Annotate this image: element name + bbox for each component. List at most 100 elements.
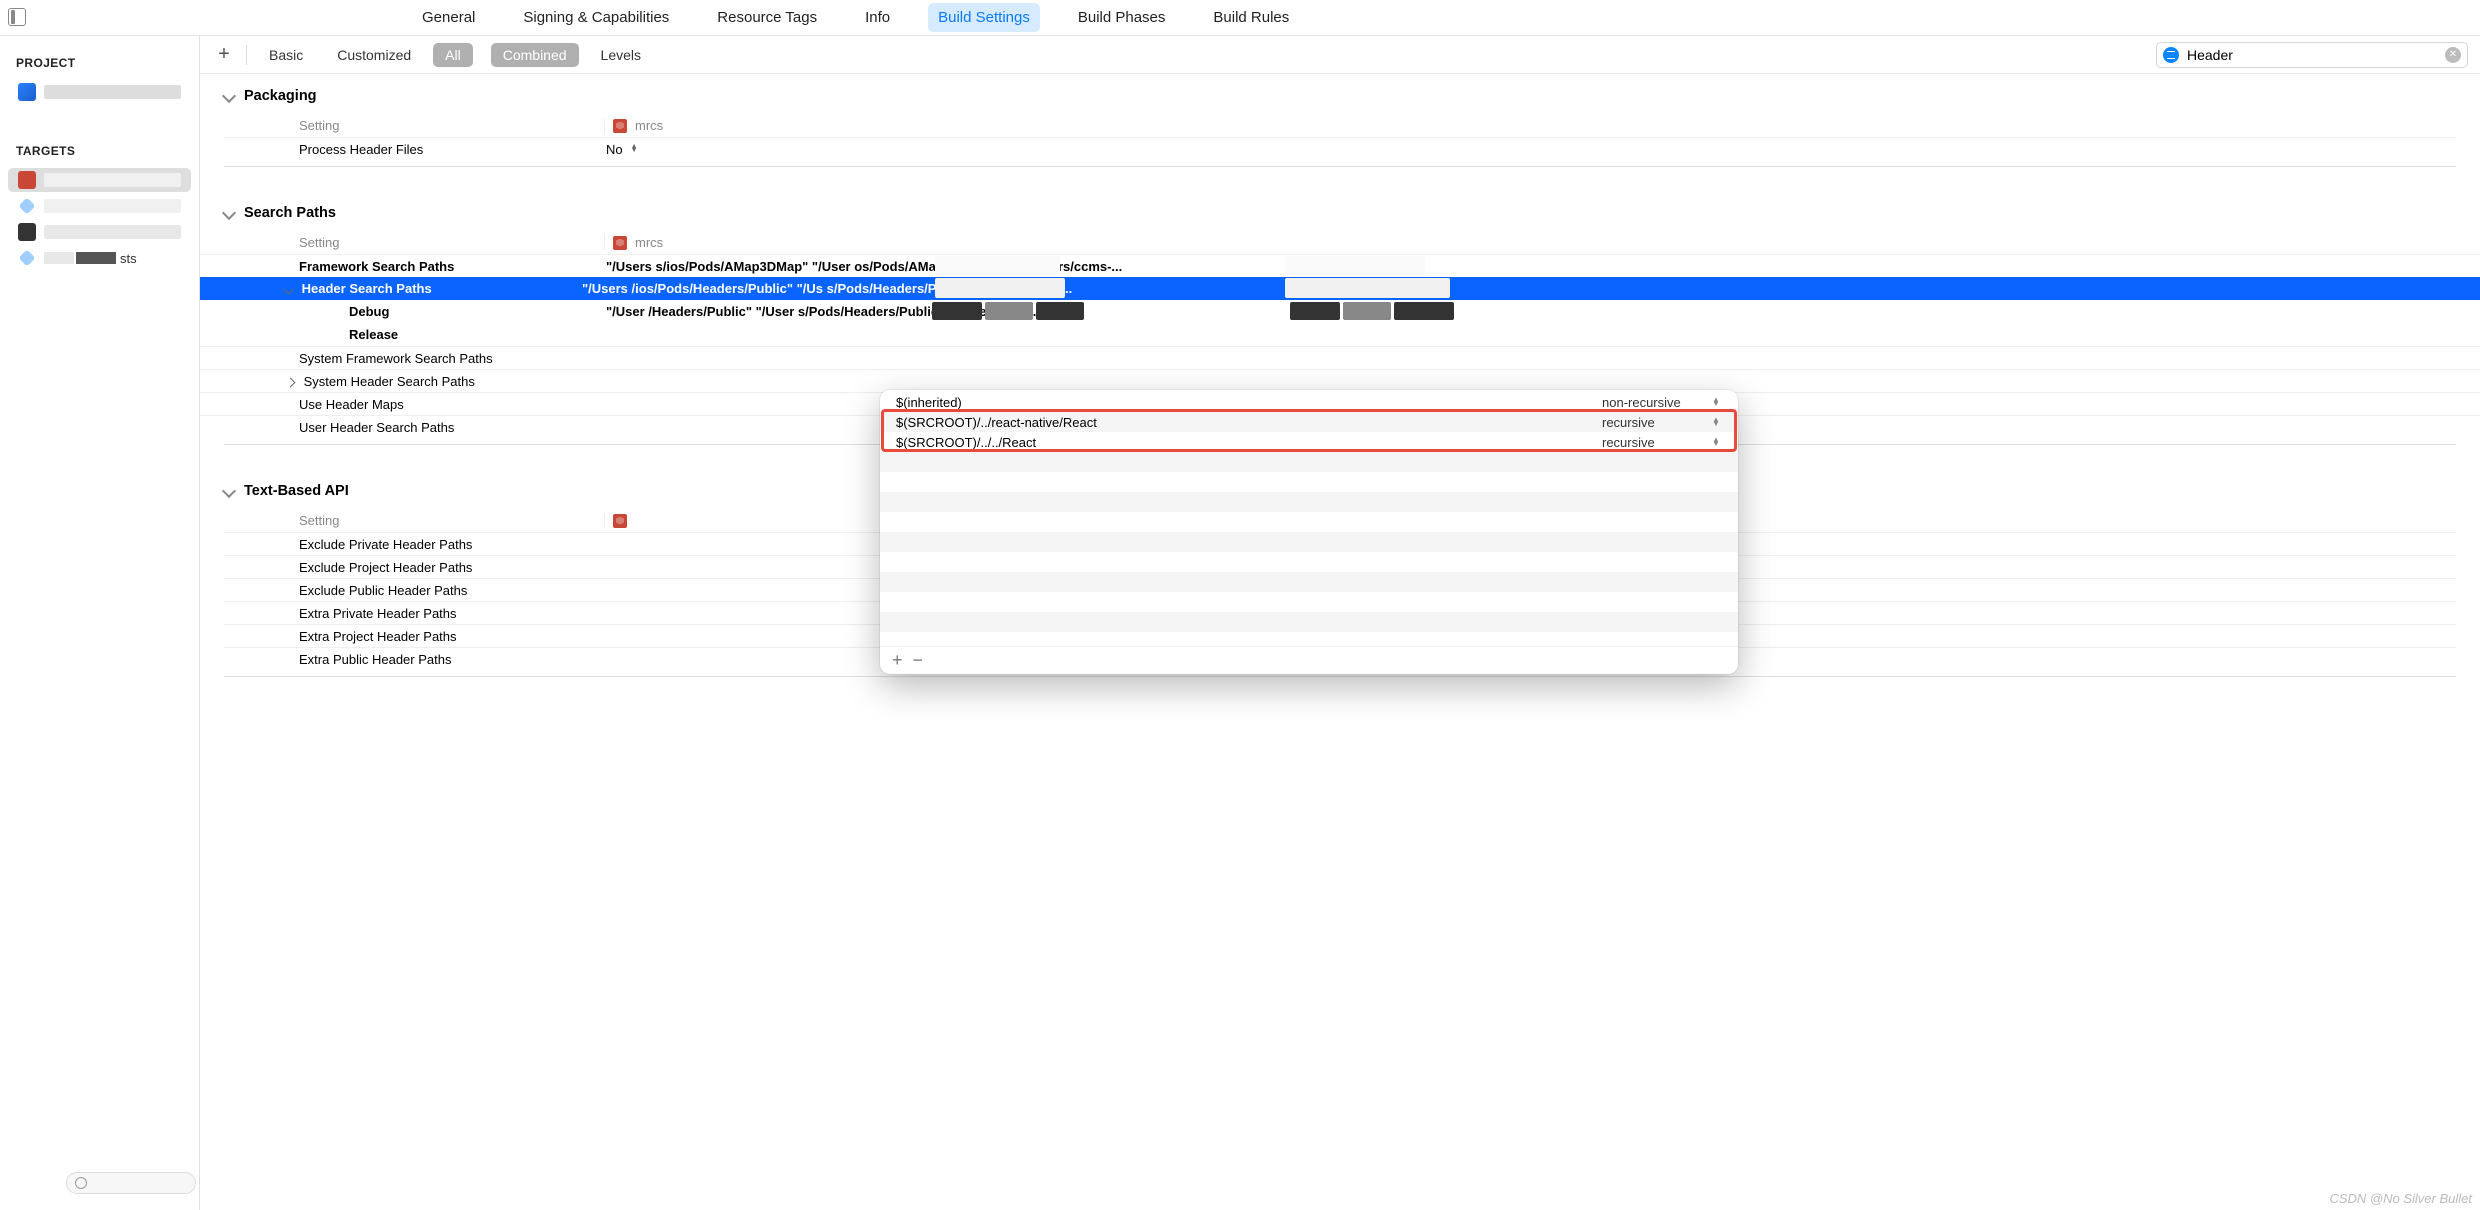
setting-name: Release	[224, 327, 604, 342]
section-title: Search Paths	[244, 205, 336, 221]
project-header: PROJECT	[16, 56, 183, 70]
tab-resource-tags[interactable]: Resource Tags	[707, 3, 827, 32]
target-shield-icon	[613, 514, 627, 528]
path-row-empty	[880, 612, 1738, 632]
tab-general[interactable]: General	[412, 3, 485, 32]
section-packaging[interactable]: Packaging	[224, 74, 2456, 114]
redacted-text	[44, 85, 181, 99]
project-item[interactable]	[8, 80, 191, 104]
redaction	[935, 256, 1060, 276]
dropdown-carets-icon: ▲▼	[1712, 438, 1722, 446]
project-app-icon	[18, 83, 36, 101]
sidebar: PROJECT TARGETS sts	[0, 36, 200, 1210]
search-filter-icon	[2163, 47, 2179, 63]
setting-row-sys-framework[interactable]: System Framework Search Paths	[200, 346, 2480, 369]
setting-value: "/Users /ios/Pods/Headers/Public" "/Us s…	[580, 281, 2456, 296]
setting-row-debug[interactable]: Debug "/User /Headers/Public" "/User s/P…	[200, 300, 2480, 323]
search-clear-icon[interactable]: ✕	[2445, 47, 2461, 63]
filter-toolbar: + Basic Customized All Combined Levels H…	[200, 36, 2480, 74]
target-item-1[interactable]	[8, 194, 191, 218]
setting-name: System Header Search Paths	[224, 374, 604, 389]
setting-name: Exclude Public Header Paths	[224, 583, 604, 598]
setting-name: Exclude Project Header Paths	[224, 560, 604, 575]
tab-build-settings[interactable]: Build Settings	[928, 3, 1040, 32]
target-name: mrcs	[635, 118, 663, 133]
tab-info[interactable]: Info	[855, 3, 900, 32]
add-path-button[interactable]: +	[892, 650, 903, 671]
setting-name: Use Header Maps	[224, 397, 604, 412]
path-row[interactable]: $(SRCROOT)/../../React recursive ▲▼	[880, 432, 1738, 452]
setting-name: Debug	[224, 304, 604, 319]
target-item-3[interactable]: sts	[8, 246, 191, 270]
top-tabs: General Signing & Capabilities Resource …	[412, 3, 1299, 32]
setting-column-header: Setting	[224, 235, 604, 250]
setting-name: Exclude Private Header Paths	[224, 537, 604, 552]
filter-basic[interactable]: Basic	[257, 43, 315, 67]
setting-name: Extra Project Header Paths	[224, 629, 604, 644]
setting-name: Process Header Files	[224, 142, 604, 157]
target-item-2[interactable]	[8, 220, 191, 244]
panel-toggle-icon[interactable]	[8, 8, 26, 26]
redacted-text	[44, 173, 181, 187]
path-value: $(SRCROOT)/../react-native/React	[896, 415, 1602, 430]
tab-build-phases[interactable]: Build Phases	[1068, 3, 1176, 32]
recursive-select[interactable]: non-recursive	[1602, 395, 1712, 410]
target-diamond-icon	[19, 198, 36, 215]
redaction	[935, 278, 1065, 298]
path-row-empty	[880, 452, 1738, 472]
sidebar-filter-input[interactable]	[66, 1172, 196, 1194]
section-title: Text-Based API	[244, 483, 349, 499]
add-setting-button[interactable]: +	[212, 43, 236, 67]
setting-value: "/Users s/ios/Pods/AMap3DMap" "/User os/…	[604, 259, 2456, 274]
setting-row-release[interactable]: Release	[200, 323, 2480, 346]
redaction	[932, 302, 982, 320]
setting-column-header: Setting	[224, 118, 604, 133]
filter-combined[interactable]: Combined	[491, 43, 579, 67]
section-title: Packaging	[244, 88, 317, 104]
path-value: $(SRCROOT)/../../React	[896, 435, 1602, 450]
redaction	[1285, 256, 1425, 276]
setting-row-header-search-paths[interactable]: Header Search Paths "/Users /ios/Pods/He…	[200, 277, 2480, 300]
dropdown-carets-icon: ▲▼	[1712, 418, 1722, 426]
redacted-text	[44, 252, 74, 264]
tab-signing[interactable]: Signing & Capabilities	[513, 3, 679, 32]
column-header-row: Setting mrcs	[224, 231, 2456, 254]
disclosure-down-icon	[222, 484, 236, 498]
search-input-value[interactable]: Header	[2187, 47, 2437, 63]
recursive-select[interactable]: recursive	[1602, 415, 1712, 430]
path-row[interactable]: $(SRCROOT)/../react-native/React recursi…	[880, 412, 1738, 432]
setting-name: Extra Private Header Paths	[224, 606, 604, 621]
setting-row-framework-search-paths[interactable]: Framework Search Paths "/Users s/ios/Pod…	[200, 254, 2480, 277]
setting-value: No	[606, 142, 623, 157]
path-row-empty	[880, 532, 1738, 552]
filter-customized[interactable]: Customized	[325, 43, 423, 67]
setting-row-sys-header[interactable]: System Header Search Paths	[200, 369, 2480, 392]
watermark: CSDN @No Silver Bullet	[2329, 1191, 2472, 1206]
filter-levels[interactable]: Levels	[589, 43, 653, 67]
recursive-select[interactable]: recursive	[1602, 435, 1712, 450]
target-item-0[interactable]	[8, 168, 191, 192]
path-row-empty	[880, 572, 1738, 592]
redaction	[985, 302, 1033, 320]
setting-value: "/User /Headers/Public" "/User s/Pods/He…	[604, 304, 2456, 319]
column-header-row: Setting mrcs	[224, 114, 2456, 137]
path-row-empty	[880, 552, 1738, 572]
setting-name: Framework Search Paths	[224, 259, 604, 274]
path-row[interactable]: $(inherited) non-recursive ▲▼	[880, 392, 1738, 412]
tab-build-rules[interactable]: Build Rules	[1203, 3, 1299, 32]
remove-path-button[interactable]: −	[913, 650, 924, 671]
setting-name: Extra Public Header Paths	[224, 652, 604, 667]
setting-column-header: Setting	[224, 513, 604, 528]
target-name: mrcs	[635, 235, 663, 250]
disclosure-right-icon	[286, 377, 296, 387]
disclosure-down-icon	[222, 89, 236, 103]
path-row-empty	[880, 512, 1738, 532]
redaction	[1343, 302, 1391, 320]
redacted-text	[44, 199, 181, 213]
path-row-empty	[880, 592, 1738, 612]
settings-search[interactable]: Header ✕	[2156, 42, 2468, 68]
setting-row-process-header-files[interactable]: Process Header Files No ▲▼	[224, 137, 2456, 160]
filter-all[interactable]: All	[433, 43, 473, 67]
targets-header: TARGETS	[16, 144, 183, 158]
section-search-paths[interactable]: Search Paths	[224, 191, 2456, 231]
